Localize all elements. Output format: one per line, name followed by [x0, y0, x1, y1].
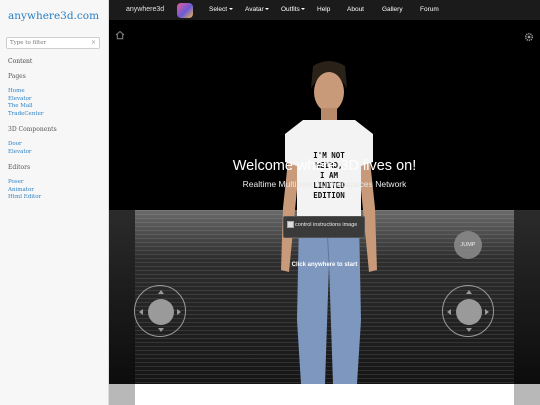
joystick-up-arrow-icon — [158, 290, 164, 294]
chevron-down-icon — [265, 8, 270, 11]
filter-input[interactable] — [6, 37, 100, 49]
chevron-down-icon — [228, 8, 233, 11]
control-instructions-image: control instructions image — [283, 216, 365, 238]
tagline: Realtime Multiuser 3D Webspaces Network — [242, 179, 407, 189]
app-logo-badge[interactable] — [177, 3, 193, 18]
close-icon[interactable]: × — [91, 39, 96, 46]
joystick-left-arrow-icon — [447, 309, 451, 315]
sidebar-link-elevator[interactable]: Elevator — [8, 96, 32, 104]
joystick-down-arrow-icon — [466, 328, 472, 332]
nav-outfits[interactable]: Outfits — [281, 6, 306, 13]
joystick-down-arrow-icon — [158, 328, 164, 332]
sidebar-link-the-mall[interactable]: The Mall — [8, 103, 33, 111]
broken-image-icon — [287, 221, 294, 228]
nav-select-label: Select — [209, 6, 228, 13]
pages-heading: Pages — [8, 73, 26, 80]
joystick-left-arrow-icon — [139, 309, 143, 315]
control-instructions-alt-text: control instructions image — [295, 221, 358, 228]
sidebar: anywhere3d.com × Content Pages Home Elev… — [0, 0, 109, 405]
page-content-area — [135, 384, 514, 405]
joystick-right-arrow-icon — [485, 309, 489, 315]
joystick-up-arrow-icon — [466, 290, 472, 294]
nav-forum[interactable]: Forum — [420, 6, 439, 13]
nav-about[interactable]: About — [347, 6, 364, 13]
sidebar-link-html-editor[interactable]: Html Editor — [8, 194, 41, 202]
nav-select[interactable]: Select — [209, 6, 233, 13]
right-joystick[interactable] — [442, 285, 494, 337]
joystick-right-arrow-icon — [177, 309, 181, 315]
shirt-text-line: EDITION — [313, 191, 345, 200]
right-joystick-knob[interactable] — [456, 299, 482, 325]
left-joystick-knob[interactable] — [148, 299, 174, 325]
home-icon[interactable] — [115, 30, 125, 40]
left-joystick[interactable] — [134, 285, 186, 337]
chevron-down-icon — [301, 8, 306, 11]
click-to-start-prompt[interactable]: Click anywhere to start — [109, 262, 540, 268]
sidebar-link-door[interactable]: Door — [8, 141, 22, 149]
nav-avatar[interactable]: Avatar — [245, 6, 270, 13]
top-navbar: anywhere3d Select Avatar Outfits Help Ab… — [109, 0, 540, 20]
welcome-heading: Welcome where 3D lives on! — [232, 158, 417, 174]
nav-avatar-label: Avatar — [245, 6, 264, 13]
components-heading: 3D Components — [8, 126, 57, 133]
floor-left — [109, 210, 135, 384]
sidebar-link-elevator-component[interactable]: Elevator — [8, 149, 32, 157]
3d-viewport[interactable]: I'M NOT WEIRD, I AM LIMITED EDITION Welc… — [109, 20, 540, 384]
nav-help[interactable]: Help — [317, 6, 330, 13]
sidebar-link-home[interactable]: Home — [8, 88, 25, 96]
sidebar-link-poser[interactable]: Poser — [8, 179, 24, 187]
editors-heading: Editors — [8, 164, 31, 171]
sidebar-link-animator[interactable]: Animator — [8, 187, 34, 195]
content-heading: Content — [8, 58, 33, 65]
floor-right — [514, 210, 540, 384]
control-instructions-alt: control instructions image — [287, 221, 357, 228]
gear-icon[interactable] — [523, 31, 535, 43]
site-brand-link[interactable]: anywhere3d.com — [8, 10, 99, 22]
nav-gallery[interactable]: Gallery — [382, 6, 403, 13]
app-logo-text[interactable]: anywhere3d — [126, 6, 164, 13]
sidebar-link-tradecenter[interactable]: TradeCenter — [8, 111, 43, 119]
nav-outfits-label: Outfits — [281, 6, 300, 13]
jump-button[interactable]: JUMP — [454, 231, 482, 259]
page-bottom-strip — [109, 384, 540, 405]
